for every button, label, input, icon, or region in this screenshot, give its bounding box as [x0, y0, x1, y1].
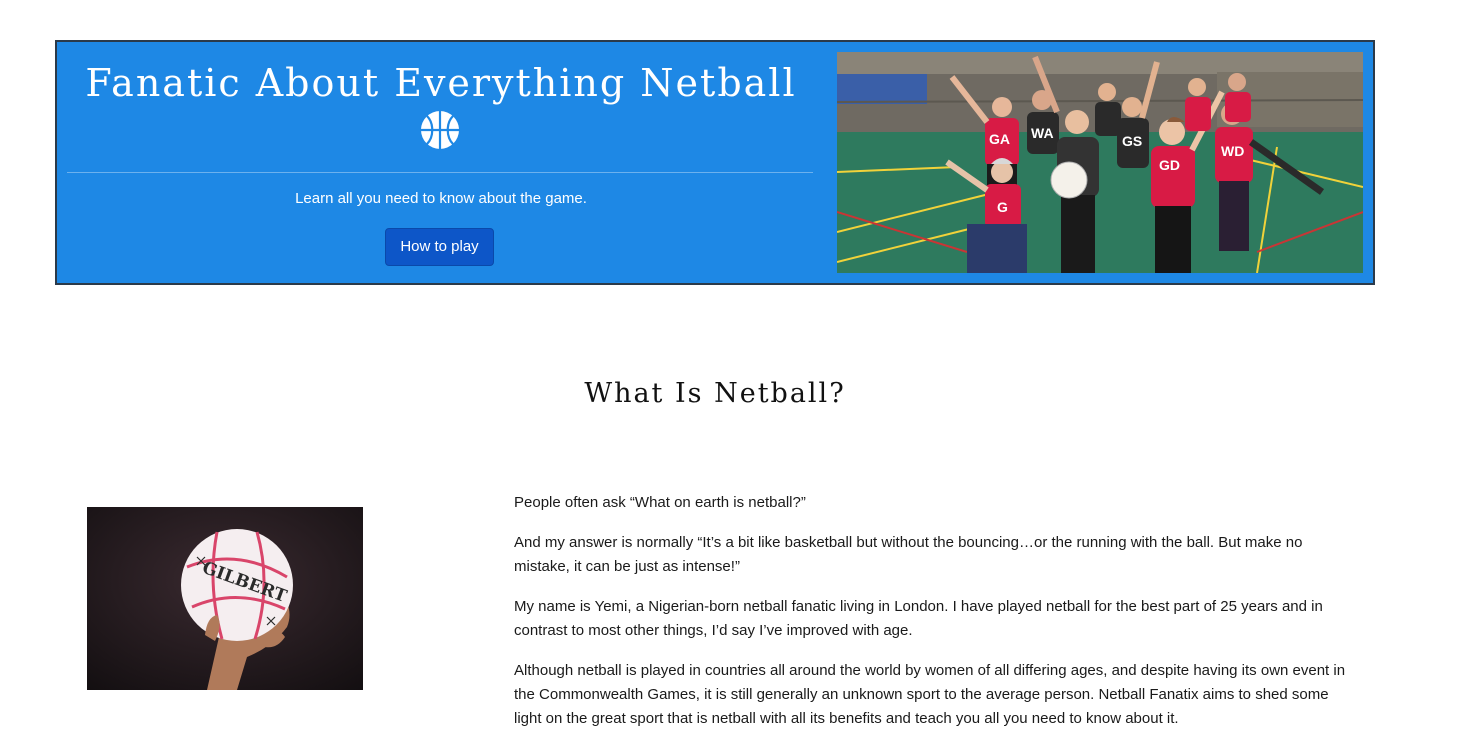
article-body: People often ask “What on earth is netba… [514, 491, 1354, 747]
jersey-label-wd: WD [1221, 143, 1244, 159]
how-to-play-button[interactable]: How to play [385, 228, 494, 266]
hero-divider [67, 172, 813, 173]
section-title: What Is Netball? [584, 378, 846, 409]
netball-photo-illustration: GILBERT [87, 507, 363, 690]
hero-banner: Fanatic About Everything Netball Learn a… [55, 40, 1375, 285]
hero-title: Fanatic About Everything Netball [85, 61, 797, 105]
article-paragraph: And my answer is normally “It’s a bit li… [514, 534, 1303, 575]
article-paragraph: Although netball is played in countries … [514, 662, 1346, 727]
hero-subtitle: Learn all you need to know about the gam… [295, 190, 587, 207]
jersey-label-wa: WA [1031, 125, 1054, 141]
basketball-icon [421, 111, 459, 149]
jersey-label-ga: GA [989, 131, 1010, 147]
team-photo-illustration: GA WA GS GD WD G [837, 52, 1363, 273]
jersey-label-gs: GS [1122, 133, 1142, 149]
article-paragraph: My name is Yemi, a Nigerian-born netball… [514, 598, 1323, 639]
team-photo: GA WA GS GD WD G [837, 52, 1363, 273]
jersey-label-g: G [997, 199, 1008, 215]
jersey-label-gd: GD [1159, 157, 1180, 173]
netball-photo: GILBERT [87, 507, 363, 690]
article-paragraph: People often ask “What on earth is netba… [514, 494, 806, 511]
